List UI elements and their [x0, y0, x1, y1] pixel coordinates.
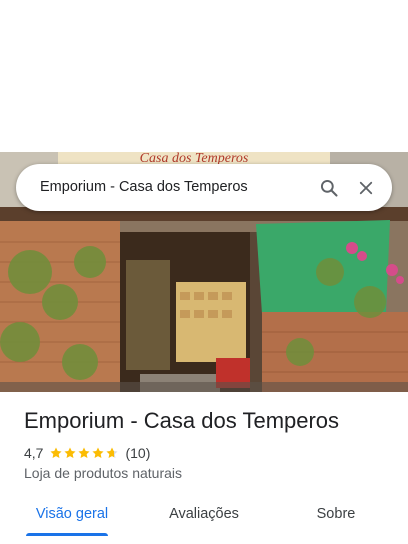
star-icon [50, 447, 63, 459]
place-category[interactable]: Loja de produtos naturais [24, 465, 182, 481]
place-tabs: Visão geral Avaliações Sobre [0, 493, 408, 544]
rating-row[interactable]: 4,7 (10) [24, 444, 150, 462]
map-area-blank [0, 0, 408, 152]
star-icon [64, 447, 77, 459]
place-title: Emporium - Casa dos Temperos [24, 408, 340, 433]
search-button[interactable] [316, 175, 342, 201]
tab-about[interactable]: Sobre [296, 493, 376, 535]
active-tab-indicator [26, 533, 108, 536]
star-icon [78, 447, 91, 459]
search-input[interactable]: Emporium - Casa dos Temperos [40, 164, 248, 211]
review-count[interactable]: (10) [125, 445, 150, 461]
star-icon [92, 447, 105, 459]
tab-overview[interactable]: Visão geral [26, 493, 118, 535]
close-icon [359, 181, 373, 195]
rating-value: 4,7 [24, 445, 44, 461]
star-rating [49, 446, 119, 460]
clear-search-button[interactable] [353, 175, 379, 201]
search-icon [320, 179, 338, 197]
star-half-icon [106, 447, 119, 459]
search-bar[interactable]: Emporium - Casa dos Temperos [16, 164, 392, 211]
tab-reviews[interactable]: Avaliações [158, 493, 250, 535]
